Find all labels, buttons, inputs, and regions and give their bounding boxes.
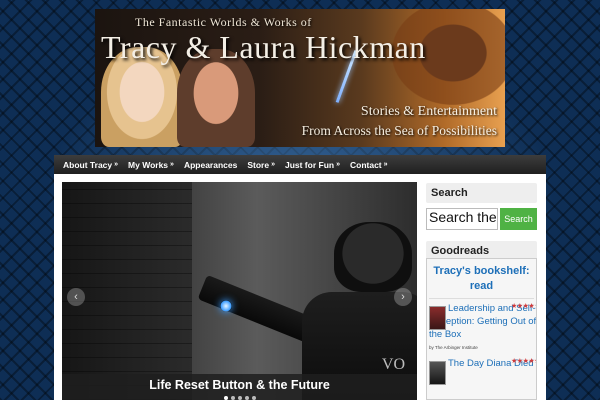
- search-heading: Search: [426, 183, 537, 203]
- search-input[interactable]: Search the: [426, 208, 498, 230]
- chevron-right-icon[interactable]: ›: [394, 288, 412, 306]
- nav-item-label: Just for Fun: [284, 159, 335, 170]
- soldier-helmet-art: [334, 222, 412, 292]
- nav-item-about-tracy[interactable]: About Tracy»: [58, 160, 123, 170]
- nav-item-label: My Works: [128, 159, 169, 170]
- nav-item-label: Contact: [349, 159, 382, 170]
- book-cover[interactable]: [429, 306, 446, 330]
- site-banner[interactable]: The Fantastic Worlds & Works of Tracy & …: [95, 9, 505, 147]
- slider-dot[interactable]: [251, 396, 256, 400]
- chevron-down-icon: »: [383, 161, 388, 168]
- main-nav: About Tracy» My Works» Appearances Store» Ju…: [54, 155, 546, 174]
- book-list: Leadership and Self-Deception: Getting O…: [427, 302, 536, 399]
- nav-item-label: Store: [247, 159, 270, 170]
- slide-caption[interactable]: Life Reset Button & the Future: [62, 378, 417, 392]
- book-cover[interactable]: [429, 361, 446, 385]
- book-item: The Day Diana Died★★★★★by Christopher An…: [427, 357, 536, 399]
- search-button[interactable]: Search: [500, 208, 537, 230]
- nav-item-my-works[interactable]: My Works»: [123, 160, 179, 170]
- bookshelf-title[interactable]: Tracy's bookshelf: read: [427, 264, 536, 294]
- chevron-down-icon: »: [336, 161, 340, 168]
- nav-item-label: About Tracy: [63, 159, 113, 170]
- nav-item-label: Appearances: [183, 159, 238, 170]
- nav-item-just-for-fun[interactable]: Just for Fun»: [280, 160, 345, 170]
- star-icon: ★: [534, 303, 536, 310]
- featured-slider[interactable]: VO ‹ › Life Reset Button & the Future: [62, 182, 417, 400]
- banner-tagline-1: Stories & Entertainment: [360, 104, 497, 119]
- banner-tagline-2: From Across the Sea of Possibilities: [301, 123, 497, 138]
- star-icon: ★: [534, 358, 536, 365]
- slider-dot[interactable]: [244, 396, 249, 400]
- slider-dot[interactable]: [237, 396, 242, 400]
- blue-light-art: [220, 300, 232, 312]
- goodreads-widget: Tracy's bookshelf: read Leadership and S…: [426, 258, 537, 400]
- chevron-left-icon[interactable]: ‹: [67, 288, 85, 306]
- nav-item-contact[interactable]: Contact»: [345, 160, 393, 170]
- slider-dot[interactable]: [223, 396, 228, 400]
- slider-dot[interactable]: [230, 396, 235, 400]
- banner-title-top: The Fantastic Worlds & Works of: [135, 15, 312, 29]
- book-author: by The Arbinger Institute: [429, 345, 478, 350]
- nav-item-appearances[interactable]: Appearances: [179, 160, 242, 170]
- star-rating: ★★★★★: [511, 357, 536, 365]
- nav-item-store[interactable]: Store»: [242, 160, 280, 170]
- chevron-down-icon: »: [170, 161, 174, 168]
- slider-dots: [62, 396, 417, 400]
- book-item: Leadership and Self-Deception: Getting O…: [427, 302, 536, 354]
- corner-logo: VO: [381, 356, 405, 373]
- star-rating: ★★★★★: [511, 302, 536, 310]
- chevron-down-icon: »: [271, 161, 275, 168]
- banner-title: Tracy & Laura Hickman: [101, 29, 426, 65]
- divider: [429, 298, 534, 299]
- chevron-down-icon: »: [114, 161, 119, 168]
